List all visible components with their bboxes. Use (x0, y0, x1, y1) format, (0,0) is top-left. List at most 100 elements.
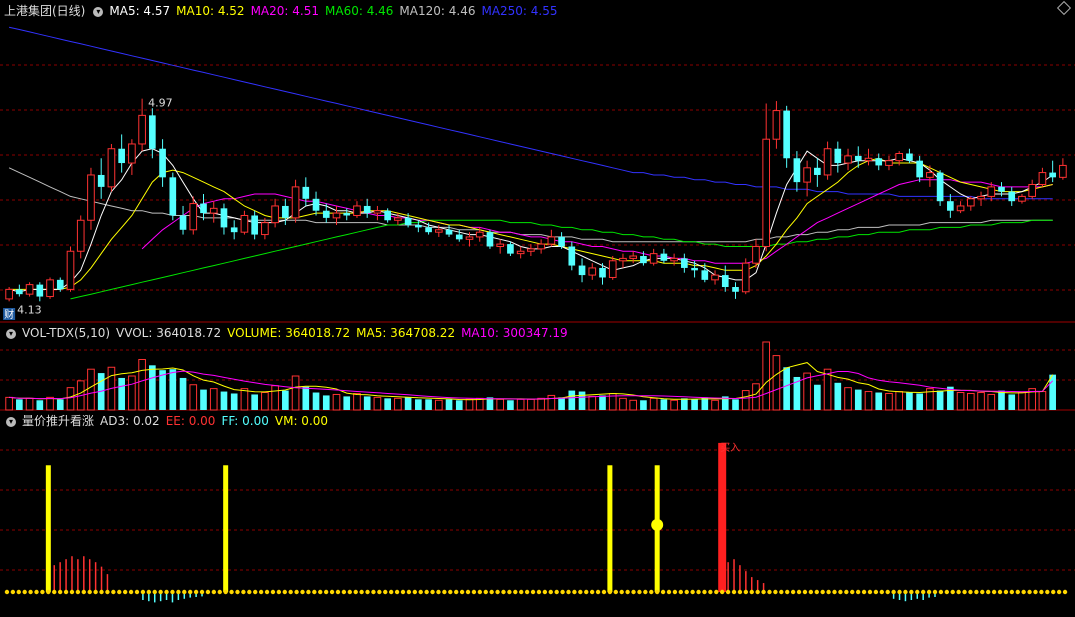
baseline-dot (406, 589, 412, 595)
baseline-dot (607, 589, 613, 595)
volume-bar (998, 390, 1005, 410)
signal-bar (607, 465, 613, 592)
candle (118, 148, 125, 164)
baseline-dot (205, 589, 211, 595)
baseline-dot (477, 589, 483, 595)
volume-bar (916, 393, 923, 410)
candle (97, 174, 105, 187)
baseline-dot (1033, 589, 1038, 595)
volume-bar (465, 398, 474, 411)
baseline-dot (264, 589, 270, 595)
baseline-dot (785, 589, 790, 595)
candle (209, 207, 218, 214)
candle (251, 215, 258, 235)
volume-bar (220, 391, 228, 410)
candle (230, 227, 238, 233)
candle (1018, 195, 1026, 202)
candle (691, 267, 698, 271)
candle (762, 138, 771, 247)
baseline-dot (412, 589, 418, 595)
volume-bar (885, 392, 893, 411)
baseline-dot (105, 589, 110, 595)
candle (772, 110, 781, 140)
candle (179, 215, 187, 230)
baseline-dot (176, 589, 181, 595)
baseline-dot (867, 589, 873, 595)
baseline-dot (654, 589, 660, 595)
baseline-dot (595, 589, 601, 595)
volume-bar (312, 392, 320, 410)
volume-bar (599, 395, 606, 410)
baseline-dot (767, 589, 772, 595)
candle (475, 231, 484, 238)
candle (895, 153, 904, 162)
baseline-dot (424, 589, 429, 595)
baseline-dot (714, 589, 719, 595)
baseline-dot (513, 589, 518, 595)
candle (741, 262, 750, 293)
baseline-dot (855, 589, 861, 595)
candle (547, 236, 556, 245)
baseline-dot (454, 589, 459, 595)
baseline-dot (879, 589, 884, 595)
baseline-dot (46, 589, 51, 595)
baseline-dot (235, 589, 240, 595)
baseline-dot (749, 589, 754, 595)
candle (966, 198, 975, 207)
stock-chart[interactable]: 4.97 4.13 财 买入 (0, 0, 1075, 617)
candle (76, 219, 85, 252)
volume-bar (578, 391, 586, 410)
baseline-dot (217, 589, 222, 595)
baseline-dot (548, 589, 553, 595)
candle (189, 203, 198, 231)
baseline-dot (323, 589, 329, 595)
baseline-dot (578, 589, 583, 595)
candle (516, 250, 525, 255)
baseline-dot (22, 589, 27, 595)
baseline-dot (950, 589, 955, 595)
baseline-dot (844, 589, 849, 595)
volume-bar (445, 399, 453, 410)
candle (363, 205, 371, 214)
candle (415, 225, 422, 228)
baseline-dot (75, 589, 81, 595)
volume-bar (496, 398, 505, 411)
volume-bar (854, 389, 862, 410)
baseline-dot (93, 589, 98, 595)
candle (916, 160, 923, 178)
volume-bar (200, 389, 207, 410)
baseline-dot (820, 589, 825, 595)
buy-bar (718, 442, 727, 592)
baseline-dot (560, 589, 565, 595)
finance-marker[interactable]: 财 (4, 308, 14, 321)
baseline-dot (915, 589, 920, 595)
candle (465, 236, 474, 240)
baseline-dot (542, 589, 548, 595)
baseline-dot (519, 589, 524, 595)
candle (169, 177, 177, 216)
candle (640, 256, 647, 264)
candle (558, 236, 565, 247)
signal-bar (223, 465, 229, 592)
baseline-dot (87, 589, 92, 595)
smiley-icon (651, 518, 664, 531)
candle (36, 284, 44, 297)
candle (384, 210, 391, 221)
baseline-dot (465, 589, 471, 595)
volume-bar (128, 375, 136, 411)
baseline-dot (288, 589, 293, 595)
baseline-dot (861, 589, 867, 595)
baseline-dot (400, 589, 406, 595)
volume-bar (977, 392, 985, 411)
baseline-dot (1039, 589, 1044, 595)
baseline-dot (926, 589, 932, 595)
candle (670, 257, 678, 262)
candle (732, 287, 739, 292)
baseline-dot (944, 589, 950, 595)
volume-bar (507, 400, 514, 410)
candle (394, 217, 402, 221)
baseline-dot (300, 589, 305, 595)
baseline-dot (802, 589, 808, 595)
candle (660, 253, 668, 261)
baseline-dot (643, 589, 648, 595)
